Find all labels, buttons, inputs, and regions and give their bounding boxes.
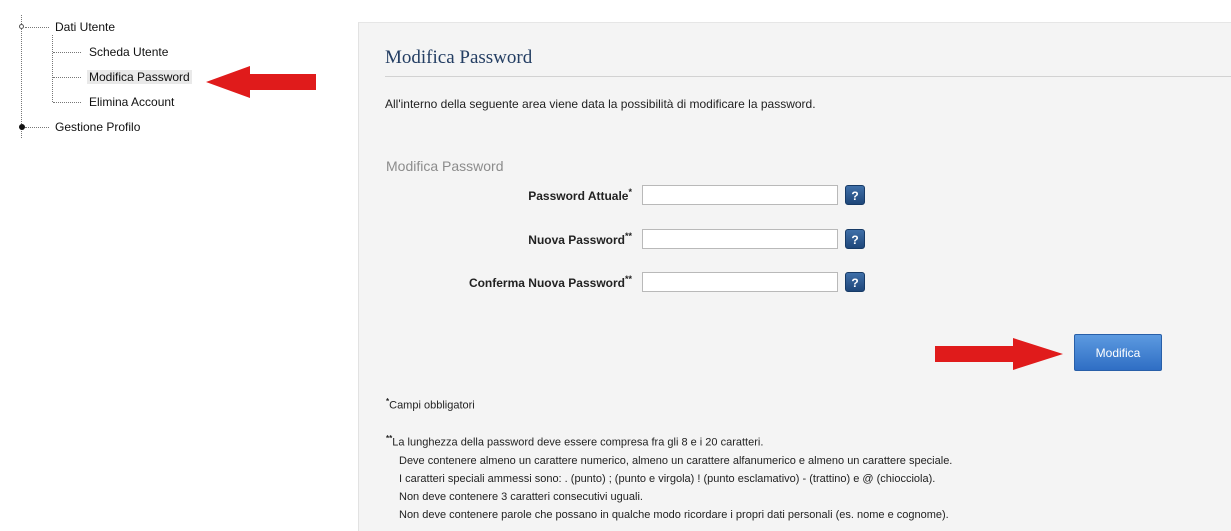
help-question-icon: ?: [851, 189, 859, 203]
section-title: Modifica Password: [386, 158, 504, 174]
sidebar-item-modifica-password[interactable]: Modifica Password: [87, 70, 192, 84]
title-divider: [385, 76, 1231, 77]
password-rule: Non deve contenere 3 caratteri consecuti…: [399, 490, 643, 503]
page-title: Modifica Password: [385, 47, 533, 68]
password-rule: Deve contenere almeno un carattere numer…: [399, 454, 953, 467]
required-mark: **: [624, 274, 632, 284]
confirm-password-label: Conferma Nuova Password**: [380, 274, 632, 290]
current-password-help-button[interactable]: ?: [845, 185, 865, 205]
password-rule: Non deve contenere parole che possano in…: [399, 508, 949, 521]
help-question-icon: ?: [851, 233, 859, 247]
tree-trunk-line: [21, 15, 22, 138]
confirm-password-input[interactable]: [642, 272, 838, 292]
sidebar-item-scheda-utente[interactable]: Scheda Utente: [89, 45, 168, 59]
new-password-label: Nuova Password**: [380, 231, 632, 247]
password-rule: I caratteri speciali ammessi sono: . (pu…: [399, 472, 936, 485]
new-password-input[interactable]: [642, 229, 838, 249]
sidebar-root-gestione-profilo[interactable]: Gestione Profilo: [55, 120, 140, 134]
password-rule: **La lunghezza della password deve esser…: [386, 430, 952, 452]
tree-connector: [25, 27, 49, 28]
tree-connector: [53, 102, 81, 103]
new-password-help-button[interactable]: ?: [845, 229, 865, 249]
red-arrow-right-icon: [935, 338, 1063, 370]
expand-node-icon[interactable]: [19, 24, 24, 29]
required-fields-note: *Campi obbligatori: [386, 397, 475, 412]
required-note-text: Campi obbligatori: [389, 399, 475, 412]
current-password-input[interactable]: [642, 185, 838, 205]
current-password-label: Password Attuale*: [380, 187, 632, 203]
red-arrow-left-icon: [206, 66, 316, 98]
field-label-text: Conferma Nuova Password: [468, 276, 625, 290]
required-mark: **: [624, 231, 632, 241]
sidebar-item-elimina-account[interactable]: Elimina Account: [89, 95, 174, 109]
password-rules: **La lunghezza della password deve esser…: [386, 430, 952, 524]
modifica-submit-button[interactable]: Modifica: [1074, 334, 1162, 371]
required-mark: *: [628, 187, 632, 197]
sidebar-root-dati-utente[interactable]: Dati Utente: [55, 20, 115, 34]
tree-connector: [53, 52, 81, 53]
tree-connector: [53, 77, 81, 78]
tree-connector: [25, 127, 49, 128]
rule-text: La lunghezza della password deve essere …: [392, 436, 764, 449]
field-label-text: Nuova Password: [528, 233, 625, 247]
tree-branch-line: [52, 35, 53, 102]
intro-text: All'interno della seguente area viene da…: [385, 97, 816, 111]
confirm-password-help-button[interactable]: ?: [845, 272, 865, 292]
field-label-text: Password Attuale: [528, 189, 629, 203]
help-question-icon: ?: [851, 276, 859, 290]
